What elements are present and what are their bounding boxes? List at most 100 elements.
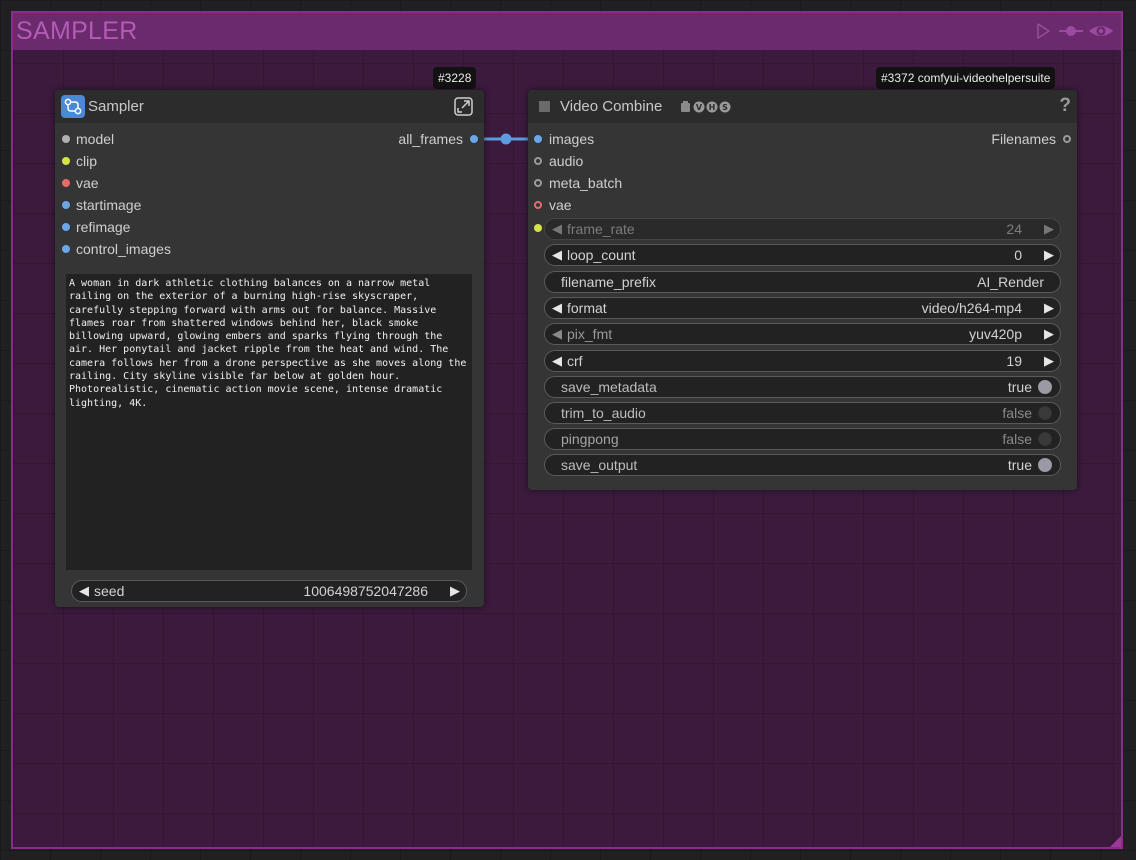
widget-name: crf (567, 353, 583, 369)
slot-dot[interactable] (62, 223, 70, 231)
toggle-knob-icon[interactable] (1038, 458, 1052, 472)
widget-name: filename_prefix (561, 274, 656, 290)
sampler-node[interactable]: Sampler model clip vae startimage refima… (55, 90, 484, 607)
robot-icon (681, 103, 690, 112)
widget-value: true (1007, 379, 1032, 395)
slot-dot[interactable] (534, 179, 542, 187)
widget-name: loop_count (567, 247, 636, 263)
svg-text:V: V (696, 103, 703, 112)
slot-dot[interactable] (470, 135, 478, 143)
widget-value: yuv420p (969, 326, 1022, 342)
decrement-arrow-icon[interactable]: ◀ (552, 353, 562, 369)
node-title: Sampler (88, 98, 144, 115)
input-slot-control-images[interactable]: control_images (55, 241, 255, 259)
increment-arrow-icon[interactable]: ▶ (450, 583, 460, 599)
node-header[interactable]: Video Combine V H S ? (528, 90, 1077, 123)
help-icon[interactable]: ? (1059, 95, 1071, 117)
seed-widget[interactable]: ◀ seed 1006498752047286 ▶ (71, 580, 467, 602)
node-header[interactable]: Sampler (55, 90, 484, 123)
slot-label: startimage (76, 197, 142, 213)
slot-dot[interactable] (62, 245, 70, 253)
input-slot-refimage[interactable]: refimage (55, 219, 255, 237)
widget-name: trim_to_audio (561, 405, 646, 421)
prompt-textarea[interactable]: A woman in dark athletic clothing balanc… (66, 274, 472, 570)
slot-dot[interactable] (62, 179, 70, 187)
toggle-knob-icon[interactable] (1038, 432, 1052, 446)
collapse-toggle-icon[interactable] (539, 101, 550, 112)
slot-dot[interactable] (62, 201, 70, 209)
decrement-arrow-icon[interactable]: ◀ (79, 583, 89, 599)
video-combine-node[interactable]: Video Combine V H S ? images audio meta_… (528, 90, 1077, 490)
trim-to-audio-toggle[interactable]: trim_to_audio false (544, 402, 1061, 424)
slot-dot[interactable] (62, 157, 70, 165)
input-slot-audio[interactable]: audio (528, 153, 728, 171)
slot-label: vae (549, 197, 572, 213)
output-slot-filenames[interactable]: Filenames (877, 131, 1077, 149)
widget-name: frame_rate (567, 221, 635, 237)
pingpong-toggle[interactable]: pingpong false (544, 428, 1061, 450)
slot-dot[interactable] (534, 157, 542, 165)
link-center-marker[interactable] (500, 133, 512, 145)
slot-label: refimage (76, 219, 131, 235)
widget-value: 1006498752047286 (303, 583, 428, 599)
decrement-arrow-icon[interactable]: ◀ (552, 221, 562, 237)
node-id-badge: #3372 comfyui-videohelpersuite (876, 67, 1056, 89)
node-title: Video Combine (560, 98, 663, 115)
widget-value: 0 (1014, 247, 1022, 263)
graph-canvas[interactable]: SAMPLER #3228 Sampler model clip vae sta… (0, 0, 1136, 860)
save-metadata-toggle[interactable]: save_metadata true (544, 376, 1061, 398)
input-slot-startimage[interactable]: startimage (55, 197, 255, 215)
node-id-badge: #3228 (433, 67, 477, 89)
input-slot-vae[interactable]: vae (55, 175, 255, 193)
slot-dot[interactable] (534, 201, 542, 209)
increment-arrow-icon[interactable]: ▶ (1044, 247, 1054, 263)
widget-name: pingpong (561, 431, 619, 447)
widget-name: save_metadata (561, 379, 657, 395)
crf-widget[interactable]: ◀ crf 19 ▶ (544, 350, 1061, 372)
input-slot-model[interactable]: model (55, 131, 255, 149)
input-slot-vae[interactable]: vae (528, 197, 728, 215)
input-slot-clip[interactable]: clip (55, 153, 255, 171)
save-output-toggle[interactable]: save_output true (544, 454, 1061, 476)
slot-dot[interactable] (534, 135, 542, 143)
workflow-icon (61, 95, 85, 118)
increment-arrow-icon[interactable]: ▶ (1044, 353, 1054, 369)
slot-dot[interactable] (62, 135, 70, 143)
increment-arrow-icon[interactable]: ▶ (1044, 221, 1054, 237)
widget-name: format (567, 300, 607, 316)
increment-arrow-icon[interactable]: ▶ (1044, 326, 1054, 342)
loop-count-widget[interactable]: ◀ loop_count 0 ▶ (544, 244, 1061, 266)
slot-label: clip (76, 153, 98, 169)
slot-dot[interactable] (1063, 135, 1071, 143)
slot-label: control_images (76, 241, 171, 257)
slot-label: images (549, 131, 595, 147)
decrement-arrow-icon[interactable]: ◀ (552, 326, 562, 342)
increment-arrow-icon[interactable]: ▶ (1044, 300, 1054, 316)
decrement-arrow-icon[interactable]: ◀ (552, 300, 562, 316)
svg-text:S: S (722, 103, 728, 112)
frame-rate-input-dot[interactable] (534, 224, 542, 232)
format-widget[interactable]: ◀ format video/h264-mp4 ▶ (544, 297, 1061, 319)
widget-value: true (1007, 457, 1032, 473)
toggle-knob-icon[interactable] (1038, 406, 1052, 420)
widget-value: AI_Render (977, 274, 1044, 290)
widget-name: seed (94, 583, 125, 599)
widget-value: false (1002, 405, 1032, 421)
slot-label: Filenames (991, 131, 1056, 147)
pix-fmt-widget[interactable]: ◀ pix_fmt yuv420p ▶ (544, 323, 1061, 345)
slot-label: all_frames (398, 131, 463, 147)
decrement-arrow-icon[interactable]: ◀ (552, 247, 562, 263)
input-slot-meta-batch[interactable]: meta_batch (528, 175, 728, 193)
input-slot-images[interactable]: images (528, 131, 728, 149)
vhs-badge-icons: V H S (681, 101, 731, 113)
filename-prefix-widget[interactable]: filename_prefix AI_Render (544, 271, 1061, 293)
toggle-knob-icon[interactable] (1038, 380, 1052, 394)
slot-label: audio (549, 153, 584, 169)
widget-value: 19 (1006, 353, 1022, 369)
slot-label: meta_batch (549, 175, 623, 191)
slot-label: model (76, 131, 115, 147)
output-slot-all-frames[interactable]: all_frames (284, 131, 484, 149)
frame-rate-widget[interactable]: ◀ frame_rate 24 ▶ (544, 218, 1061, 240)
widget-name: pix_fmt (567, 326, 613, 342)
expand-subgraph-icon[interactable] (454, 97, 473, 116)
